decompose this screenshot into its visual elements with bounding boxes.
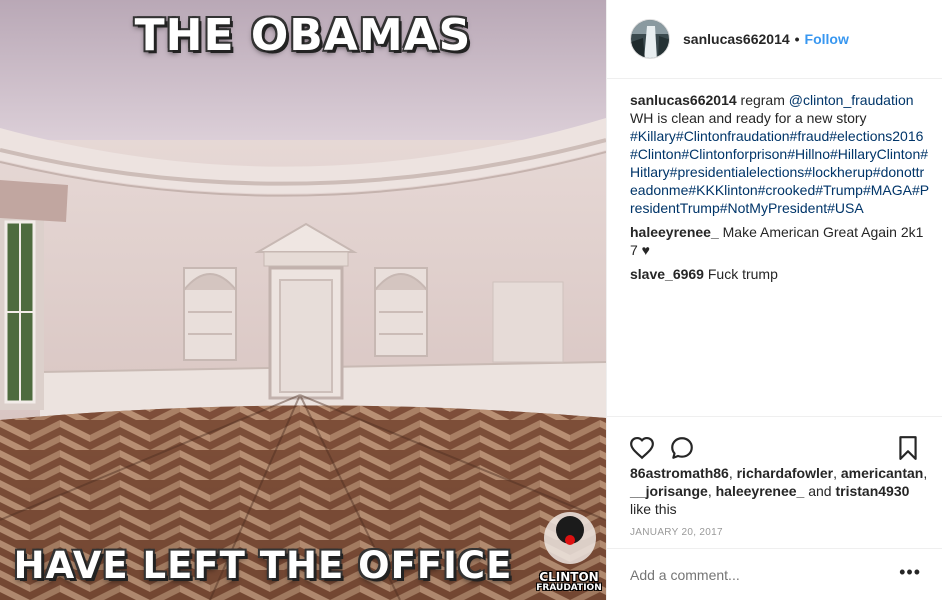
bookmark-icon[interactable] xyxy=(895,435,921,461)
liker-username[interactable]: tristan4930 xyxy=(835,483,909,499)
comment-text: Fuck trump xyxy=(707,266,778,282)
avatar[interactable] xyxy=(630,19,670,59)
liker-separator: , xyxy=(707,483,716,499)
follow-button[interactable]: Follow xyxy=(805,31,849,47)
liker-separator: , xyxy=(833,465,841,481)
likes-summary: 86astromath86, richardafowler, americant… xyxy=(630,464,930,518)
meme-bottom-caption: HAVE LEFT THE OFFICE xyxy=(13,544,513,587)
comment-list: sanlucas662014 regram @clinton_fraudatio… xyxy=(630,91,930,289)
caption-line2: WH is clean and ready for a new story xyxy=(630,110,867,126)
post-header: sanlucas662014 • Follow xyxy=(607,0,942,79)
heart-icon[interactable] xyxy=(629,435,655,461)
comment-item: slave_6969 Fuck trump xyxy=(630,265,930,283)
comment-username[interactable]: slave_6969 xyxy=(630,266,704,282)
caption-hashtags[interactable]: #Killary#Clintonfraudation#fraud#electio… xyxy=(630,128,929,216)
liker-username[interactable]: richardafowler xyxy=(737,465,833,481)
caption-comment: sanlucas662014 regram @clinton_fraudatio… xyxy=(630,91,930,217)
clinton-fraudation-logo: CLINTON FRAUDATION xyxy=(532,570,606,594)
comment-icon[interactable] xyxy=(669,435,695,461)
logo-line-1: CLINTON xyxy=(539,570,599,584)
header-separator: • xyxy=(794,31,800,47)
waterfall-avatar-icon xyxy=(631,20,669,58)
add-comment-input[interactable] xyxy=(630,567,880,583)
meme-top-caption: THE OBAMAS xyxy=(134,10,472,61)
comment-item: haleeyrenee_ Make American Great Again 2… xyxy=(630,223,930,259)
post-timestamp[interactable]: JANUARY 20, 2017 xyxy=(630,527,723,538)
liker-username[interactable]: __jorisange xyxy=(630,483,708,499)
post-sidebar: sanlucas662014 • Follow sanlucas662014 r… xyxy=(606,0,942,600)
liker-separator: , xyxy=(728,465,737,481)
oval-office-photo xyxy=(0,0,606,600)
caption-username[interactable]: sanlucas662014 xyxy=(630,92,737,108)
liker-username[interactable]: americantan xyxy=(841,465,923,481)
logo-line-2: FRAUDATION xyxy=(536,583,602,593)
likes-suffix: like this xyxy=(630,501,677,517)
post-image[interactable]: THE OBAMAS HAVE LEFT THE OFFICE CLINTON … xyxy=(0,0,606,600)
liker-separator: , xyxy=(923,465,928,481)
add-comment-bar: ••• xyxy=(607,548,942,600)
more-options-button[interactable]: ••• xyxy=(899,563,921,581)
caption-prefix: regram xyxy=(740,92,785,108)
liker-and: and xyxy=(804,483,836,499)
caption-mention-link[interactable]: @clinton_fraudation xyxy=(789,92,914,108)
comment-username[interactable]: haleeyrenee_ xyxy=(630,224,719,240)
liker-username[interactable]: 86astromath86 xyxy=(630,465,729,481)
header-username[interactable]: sanlucas662014 xyxy=(683,31,790,47)
liker-username[interactable]: haleeyrenee_ xyxy=(716,483,805,499)
